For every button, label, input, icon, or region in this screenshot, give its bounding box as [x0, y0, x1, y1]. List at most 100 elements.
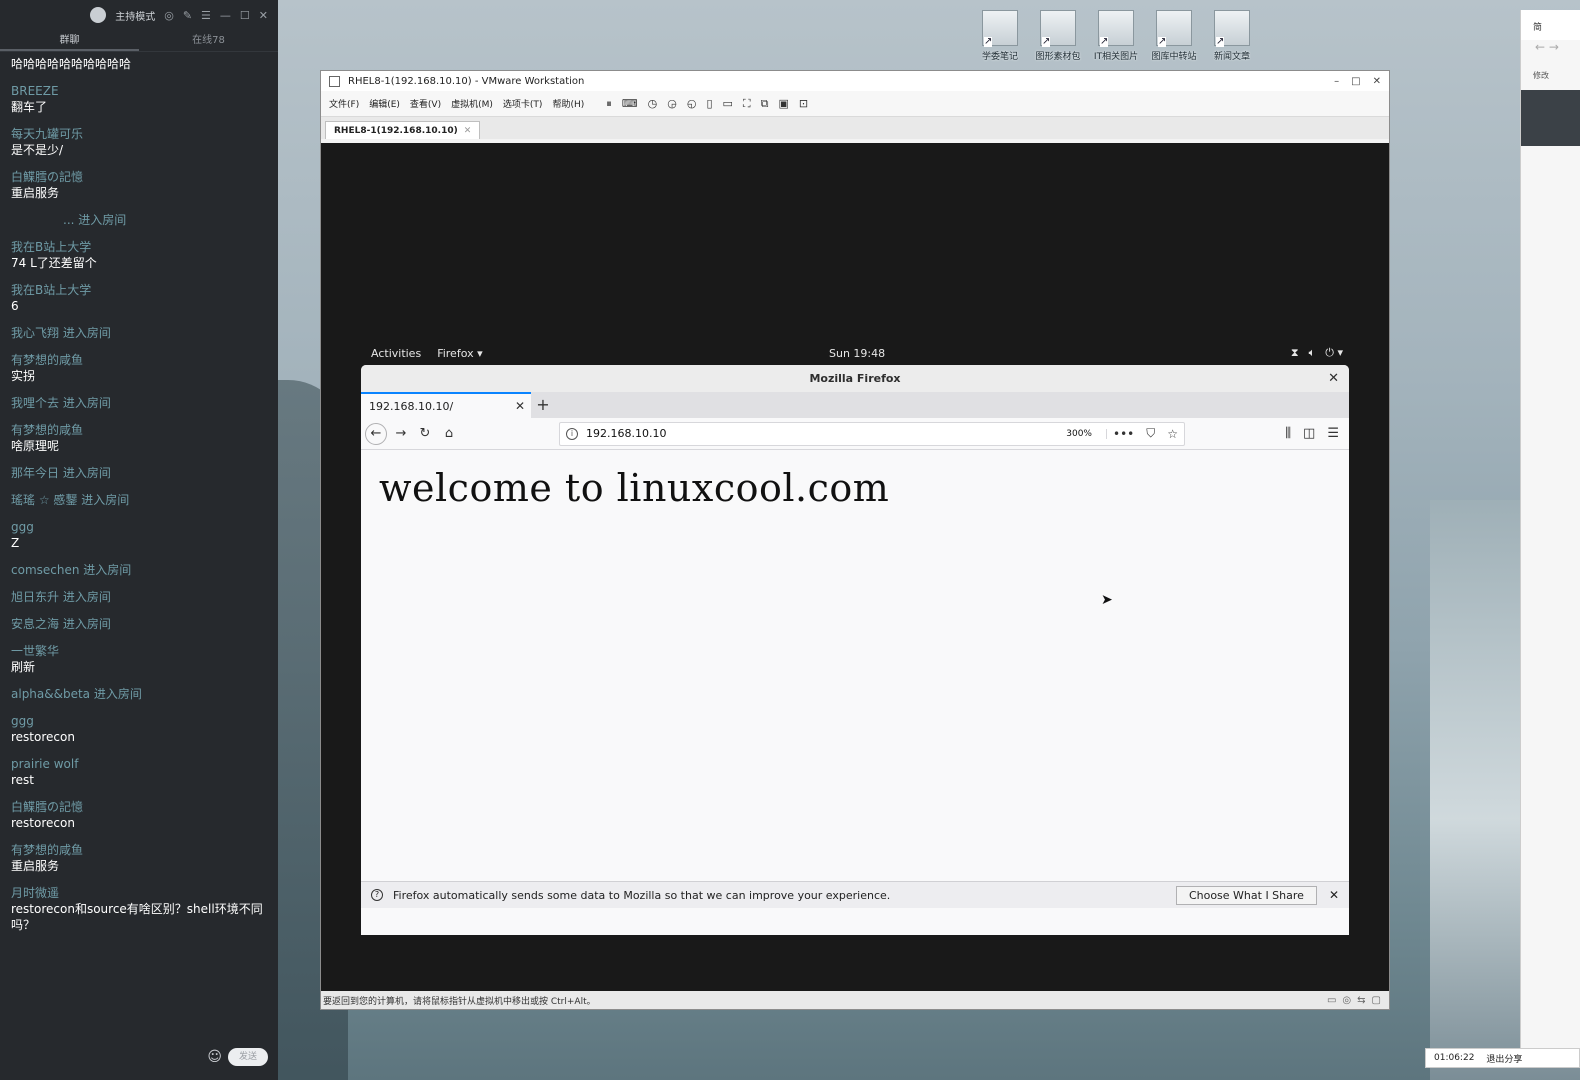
clock[interactable]: Sun 19:48	[829, 347, 885, 360]
chat-username-text[interactable]: 那年今日	[11, 466, 59, 480]
sidebar-toggle-icon[interactable]: ▯	[706, 97, 712, 111]
hdd-icon[interactable]: ▭	[1327, 995, 1336, 1006]
chat-username-text[interactable]: comsechen	[11, 563, 79, 577]
chat-username-text[interactable]: 我哩个去	[11, 396, 59, 410]
app-menu[interactable]: Firefox ▾	[437, 347, 482, 360]
close-tab-icon[interactable]: ✕	[464, 126, 472, 136]
hamburger-menu-icon[interactable]: ☰	[1327, 426, 1339, 441]
chat-username[interactable]: 我哩个去 进入房间	[11, 395, 267, 411]
exit-share-button[interactable]: 退出分享	[1486, 1052, 1522, 1065]
desktop-shortcut[interactable]: 图库中转站	[1152, 10, 1197, 62]
chat-username[interactable]: alpha&&beta 进入房间	[11, 686, 267, 702]
thumbnail-icon[interactable]: ▭	[723, 97, 733, 111]
chat-username-text[interactable]: alpha&&beta	[11, 687, 90, 701]
sidebar-icon[interactable]: ◫	[1303, 426, 1315, 441]
system-menu[interactable]: ⧗ 🔈︎ ⏻ ▾	[1291, 346, 1351, 360]
chat-username-text[interactable]: 我心飞翔	[11, 326, 59, 340]
url-text[interactable]: 192.168.10.10	[586, 427, 666, 440]
minimize-icon[interactable]: —	[220, 9, 231, 22]
desktop-shortcut[interactable]: 图形素材包	[1036, 10, 1081, 62]
chat-username[interactable]: 瑤瑤 ☆ 慼鑋 进入房间	[11, 492, 267, 508]
bookmark-star-icon[interactable]: ☆	[1161, 427, 1184, 441]
send-button[interactable]: 发送	[228, 1048, 268, 1066]
send-ctrl-alt-del-icon[interactable]: ⌨	[622, 97, 638, 111]
chat-username[interactable]: 白鰈膤の記憶	[11, 799, 267, 815]
chat-username[interactable]: 我在B站上大学	[11, 282, 267, 298]
chat-username[interactable]: comsechen 进入房间	[11, 562, 267, 578]
chat-username-text[interactable]: 旭日东升	[11, 590, 59, 604]
reload-button[interactable]: ↻	[413, 426, 437, 441]
emoji-icon[interactable]: ☺	[207, 1049, 222, 1065]
right-window-row[interactable]: 修改	[1521, 70, 1580, 90]
home-button[interactable]: ⌂	[437, 426, 461, 441]
right-window-nav[interactable]: ← →	[1521, 40, 1580, 70]
tab-online[interactable]: 在线78	[139, 30, 278, 51]
chat-username[interactable]: 有梦想的咸鱼	[11, 422, 267, 438]
maximize-icon[interactable]: ☐	[240, 9, 250, 22]
desktop-shortcut[interactable]: 学委笔记	[978, 10, 1022, 62]
vm-tab[interactable]: RHEL8-1(192.168.10.10) ✕	[325, 121, 481, 139]
chat-username-text[interactable]: 瑤瑤 ☆ 慼鑋	[11, 493, 77, 507]
chat-username[interactable]: 每天九罐可乐	[11, 126, 267, 142]
close-icon[interactable]: ✕	[1328, 365, 1339, 392]
maximize-icon[interactable]: □	[1351, 76, 1360, 87]
chat-username[interactable]: ... 进入房间	[11, 212, 267, 228]
chat-username[interactable]: 白鰈膤の記憶	[11, 169, 267, 185]
close-icon[interactable]: ✕	[1329, 888, 1339, 902]
menu-tabs[interactable]: 选项卡(T)	[503, 97, 543, 110]
snapshot-icon[interactable]: ◷	[648, 97, 658, 111]
library-icon[interactable]: ⫼	[1285, 426, 1291, 441]
menu-icon[interactable]: ☰	[201, 9, 211, 22]
chat-username[interactable]: 有梦想的咸鱼	[11, 842, 267, 858]
unity-icon[interactable]: ⧉	[761, 97, 769, 111]
pause-icon[interactable]: ⏸	[606, 97, 612, 111]
menu-vm[interactable]: 虚拟机(M)	[451, 97, 493, 110]
chat-username[interactable]: prairie wolf	[11, 756, 267, 772]
console-icon[interactable]: ▣	[778, 97, 788, 111]
forward-button[interactable]: →	[389, 426, 413, 441]
close-icon[interactable]: ✕	[259, 9, 268, 22]
page-actions-icon[interactable]: •••	[1107, 427, 1140, 441]
pocket-icon[interactable]: ⛉	[1140, 426, 1161, 441]
menu-view[interactable]: 查看(V)	[410, 97, 441, 110]
activities-button[interactable]: Activities	[371, 347, 421, 360]
chat-username[interactable]: 我心飞翔 进入房间	[11, 325, 267, 341]
desktop-shortcut[interactable]: 新闻文章	[1210, 10, 1254, 62]
network-adapter-icon[interactable]: ⇆	[1357, 995, 1365, 1006]
chat-username[interactable]: 我在B站上大学	[11, 239, 267, 255]
chat-username[interactable]: ggg	[11, 519, 267, 535]
desktop-shortcut[interactable]: IT相关图片	[1094, 10, 1138, 62]
close-icon[interactable]: ✕	[1373, 76, 1381, 87]
chat-username-text[interactable]: ...	[63, 213, 74, 227]
chat-username[interactable]: 那年今日 进入房间	[11, 465, 267, 481]
chat-username[interactable]: 有梦想的咸鱼	[11, 352, 267, 368]
settings-icon[interactable]: ◎	[164, 9, 174, 22]
menu-file[interactable]: 文件(F)	[329, 97, 359, 110]
menu-edit[interactable]: 编辑(E)	[369, 97, 400, 110]
chat-username-text[interactable]: 安息之海	[11, 617, 59, 631]
browser-tab[interactable]: 192.168.10.10/ ✕	[361, 392, 531, 418]
chat-username[interactable]: 旭日东升 进入房间	[11, 589, 267, 605]
avatar[interactable]	[90, 7, 107, 23]
chat-username[interactable]: 安息之海 进入房间	[11, 616, 267, 632]
snapshot-manager-icon[interactable]: ◵	[687, 97, 697, 111]
close-tab-icon[interactable]: ✕	[515, 399, 525, 413]
zoom-indicator[interactable]: 300%	[1052, 428, 1107, 439]
chat-username[interactable]: 一世繁华	[11, 643, 267, 659]
minimize-icon[interactable]: –	[1334, 76, 1339, 87]
choose-what-i-share-button[interactable]: Choose What I Share	[1175, 885, 1317, 905]
chat-username[interactable]: BREEZE	[11, 83, 267, 99]
edit-icon[interactable]: ✎	[183, 9, 192, 22]
tab-group-chat[interactable]: 群聊	[0, 30, 139, 51]
view-stretch-icon[interactable]: ⊡	[799, 97, 808, 111]
new-tab-button[interactable]: +	[531, 392, 555, 418]
revert-snapshot-icon[interactable]: ◶	[667, 97, 677, 111]
site-info-icon[interactable]: i	[566, 427, 578, 440]
chat-username[interactable]: ggg	[11, 713, 267, 729]
fullscreen-icon[interactable]: ⛶	[743, 97, 751, 111]
display-icon[interactable]: ▢	[1372, 995, 1381, 1006]
vm-screen[interactable]: Activities Firefox ▾ Sun 19:48 ⧗ 🔈︎ ⏻ ▾ …	[321, 143, 1389, 993]
url-bar[interactable]: i 192.168.10.10 300% ••• ⛉ ☆	[559, 421, 1185, 446]
chat-username[interactable]: 月时微遥	[11, 885, 267, 901]
menu-help[interactable]: 帮助(H)	[552, 97, 584, 110]
